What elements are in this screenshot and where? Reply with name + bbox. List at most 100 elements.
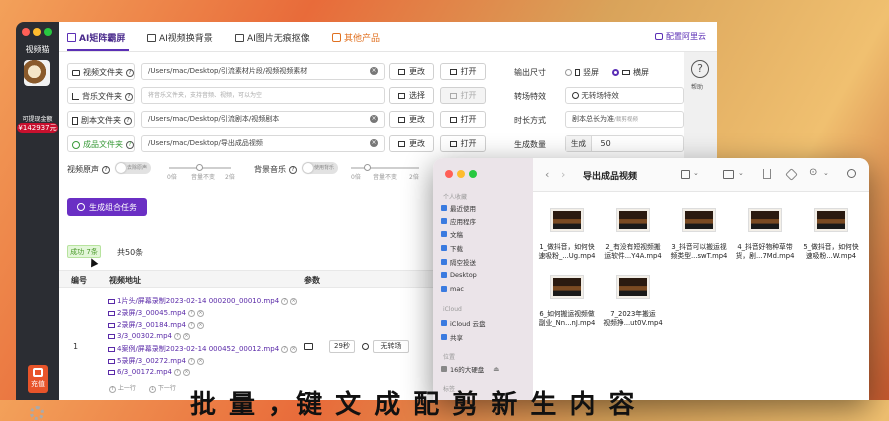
original-volume-knob[interactable] xyxy=(196,164,203,171)
output-folder-label-box: 成品文件夹? xyxy=(67,135,135,152)
tag-icon[interactable] xyxy=(785,168,798,181)
tab-video-background[interactable]: AI视频换背景 xyxy=(147,31,213,44)
gear-icon[interactable] xyxy=(30,406,44,420)
sidebar-item-shared[interactable]: 共享 xyxy=(441,332,463,342)
favorites-section: 个人收藏 xyxy=(443,194,468,201)
maximize-window-button[interactable] xyxy=(44,28,52,36)
minimize-window-button[interactable] xyxy=(33,28,41,36)
video-folder-open-button[interactable]: 打开 xyxy=(440,63,486,80)
sidebar-item-applications[interactable]: 应用程序 xyxy=(441,216,476,226)
help-circle-icon[interactable]: ? xyxy=(124,116,132,125)
close-circle-icon[interactable]: × xyxy=(182,368,190,376)
duration-select[interactable]: 剧本总长为准/裁剪视频 xyxy=(565,111,684,128)
sidebar-item-documents[interactable]: 文稿 xyxy=(441,229,463,239)
help-circle-icon[interactable]: ? xyxy=(173,368,181,376)
close-circle-icon[interactable]: × xyxy=(196,321,204,329)
close-window-button[interactable] xyxy=(445,170,453,178)
help-circle-icon[interactable]: ? xyxy=(187,357,195,365)
music-folder-select-button[interactable]: 选择 xyxy=(389,87,434,104)
duration-param[interactable]: 29秒 xyxy=(329,340,355,353)
clear-icon[interactable]: × xyxy=(370,115,378,123)
back-icon[interactable]: ‹ xyxy=(545,168,549,181)
close-circle-icon[interactable]: × xyxy=(196,357,204,365)
landscape-radio[interactable]: 横屏 xyxy=(612,67,649,78)
help-circle-icon[interactable]: ? xyxy=(125,92,133,101)
help-circle-icon[interactable]: ? xyxy=(126,140,134,149)
prev-row-button[interactable]: ↑ 上一行 xyxy=(109,383,136,393)
remove-original-toggle[interactable]: 去除原声 xyxy=(115,162,151,174)
close-window-button[interactable] xyxy=(22,28,30,36)
script-folder-change-button[interactable]: 更改 xyxy=(389,111,434,128)
search-icon[interactable] xyxy=(847,169,856,178)
video-folder-change-button[interactable]: 更改 xyxy=(389,63,434,80)
use-bgm-toggle[interactable]: 使用背乐 xyxy=(302,162,338,174)
sidebar-item-home[interactable]: mac xyxy=(441,285,464,293)
video-path-item[interactable]: 2录屏/3_00184.mp4? × xyxy=(108,320,204,330)
help-circle-icon[interactable]: ? xyxy=(187,321,195,329)
music-folder-open-button[interactable]: 打开 xyxy=(440,87,486,104)
video-path-item[interactable]: 2录屏/3_00045.mp4? × xyxy=(108,308,204,318)
sidebar-item-icloud-drive[interactable]: iCloud 云盘 xyxy=(441,318,485,328)
sidebar-item-desktop[interactable]: Desktop xyxy=(441,271,477,279)
chevron-down-icon[interactable]: ⌄ xyxy=(823,169,829,177)
clear-icon[interactable]: × xyxy=(370,67,378,75)
output-folder-input[interactable]: /Users/mac/Desktop/导出成品视频 xyxy=(141,135,385,152)
help-circle-icon[interactable]: ? xyxy=(126,68,134,77)
video-path-item[interactable]: 1片头/屏幕录制2023-02-14 000200_00010.mp4? × xyxy=(108,296,298,306)
next-row-button[interactable]: ↓ 下一行 xyxy=(149,383,176,393)
generate-task-button[interactable]: 生成组合任务 xyxy=(67,198,147,216)
more-icon[interactable]: ⊙ xyxy=(809,167,817,178)
bgm-volume-knob[interactable] xyxy=(364,164,371,171)
output-folder-change-button[interactable]: 更改 xyxy=(389,135,434,152)
help-icon[interactable]: ? xyxy=(691,60,709,78)
config-aliyun-link[interactable]: 配置阿里云 xyxy=(655,31,706,42)
tab-image-matting[interactable]: AI图片无痕抠像 xyxy=(235,31,310,44)
count-input[interactable]: 50 xyxy=(601,139,611,148)
eject-icon[interactable]: ⏏ xyxy=(493,365,499,373)
help-circle-icon[interactable]: ? xyxy=(281,345,289,353)
close-circle-icon[interactable]: × xyxy=(290,297,298,305)
config-aliyun-label: 配置阿里云 xyxy=(666,32,706,41)
help-circle-icon[interactable]: ? xyxy=(289,165,297,174)
close-circle-icon[interactable]: × xyxy=(182,332,190,340)
transition-label: 转场特效 xyxy=(514,92,546,101)
group-icon[interactable] xyxy=(723,170,734,179)
sidebar-item-downloads[interactable]: 下载 xyxy=(441,243,463,253)
chevron-down-icon[interactable]: ⌄ xyxy=(738,169,744,177)
sidebar-item-airdrop[interactable]: 隔空投送 xyxy=(441,257,476,267)
tab-ai-matrix[interactable]: AI矩阵霸屏 xyxy=(67,31,125,44)
video-path-item[interactable]: 6/3_00172.mp4? × xyxy=(108,368,190,376)
script-folder-label: 剧本文件夹 xyxy=(81,116,121,125)
chevron-down-icon[interactable]: ⌄ xyxy=(693,169,699,177)
sidebar-item-external-drive[interactable]: 16的大硬盘 ⏏ xyxy=(441,364,499,374)
minimize-window-button[interactable] xyxy=(457,170,465,178)
tab-other-products[interactable]: 其他产品 xyxy=(332,31,380,44)
transition-param[interactable]: 无转场 xyxy=(373,340,409,353)
view-grid-icon[interactable] xyxy=(681,170,690,179)
share-icon[interactable] xyxy=(763,169,771,179)
forward-icon[interactable]: › xyxy=(561,168,565,181)
video-path-item[interactable]: 5录屏/3_00272.mp4? × xyxy=(108,356,204,366)
maximize-window-button[interactable] xyxy=(469,170,477,178)
help-circle-icon[interactable]: ? xyxy=(281,297,289,305)
sidebar-item-recent[interactable]: 最近使用 xyxy=(441,203,476,213)
music-folder-input[interactable]: 将音乐文件夹，支持音频、视频，可以为空 xyxy=(141,87,385,104)
clear-icon[interactable]: × xyxy=(370,139,378,147)
output-folder-open-button[interactable]: 打开 xyxy=(440,135,486,152)
video-path-item[interactable]: 4案例/屏幕录制2023-02-14 000452_00012.mp4? × xyxy=(108,344,298,354)
close-circle-icon[interactable]: × xyxy=(290,345,298,353)
charge-button[interactable]: 充值 xyxy=(28,365,48,393)
bgm-volume-track[interactable] xyxy=(351,167,419,169)
desktop-icon xyxy=(441,272,447,278)
script-folder-input[interactable]: /Users/mac/Desktop/引流剧本/视频剧本 xyxy=(141,111,385,128)
portrait-radio[interactable]: 竖屏 xyxy=(565,67,599,78)
help-circle-icon[interactable]: ? xyxy=(173,332,181,340)
video-folder-input[interactable]: /Users/mac/Desktop/引流素材片段/视频视频素材 xyxy=(141,63,385,80)
script-folder-open-button[interactable]: 打开 xyxy=(440,111,486,128)
video-path-item[interactable]: 3/3_00302.mp4? × xyxy=(108,332,190,340)
transition-select[interactable]: 无转场特效 xyxy=(565,87,684,104)
help-circle-icon[interactable]: ? xyxy=(102,165,110,174)
close-circle-icon[interactable]: × xyxy=(196,309,204,317)
avatar[interactable] xyxy=(24,60,50,86)
help-circle-icon[interactable]: ? xyxy=(187,309,195,317)
